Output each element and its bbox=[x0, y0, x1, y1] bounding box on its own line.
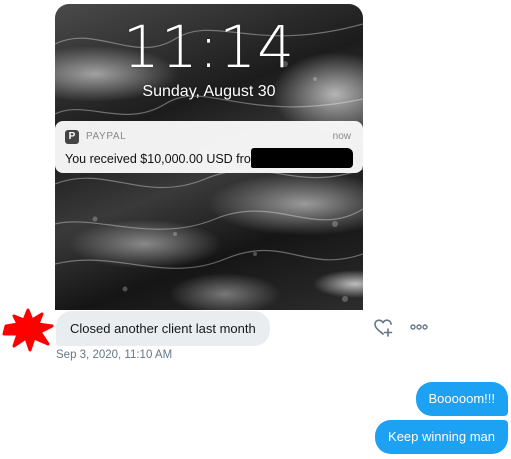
redaction-bar bbox=[251, 148, 353, 168]
sent-message-bubble[interactable]: Booooom!!! bbox=[415, 382, 508, 416]
paypal-icon: P bbox=[65, 130, 79, 144]
notification-time: now bbox=[332, 131, 351, 142]
more-horizontal-icon[interactable] bbox=[408, 316, 430, 338]
received-message-bubble[interactable]: Closed another client last month bbox=[56, 311, 270, 346]
heart-plus-icon[interactable] bbox=[372, 316, 394, 338]
lock-screen-date: Sunday, August 30 bbox=[142, 83, 276, 100]
dm-conversation: 11:14 Sunday, August 30 P PAYPAL now You… bbox=[0, 0, 511, 459]
sent-message-bubble[interactable]: Keep winning man bbox=[375, 420, 508, 454]
avatar[interactable] bbox=[0, 304, 56, 354]
message-timestamp: Sep 3, 2020, 11:10 AM bbox=[56, 349, 173, 361]
notification-app-name: PAYPAL bbox=[86, 131, 127, 142]
lock-screen-time: 11:14 bbox=[122, 13, 296, 81]
paypal-notification: P PAYPAL now You received $10,000.00 USD… bbox=[55, 121, 363, 173]
notification-body: You received $10,000.00 USD from bbox=[65, 152, 262, 166]
attached-screenshot-image[interactable]: 11:14 Sunday, August 30 P PAYPAL now You… bbox=[55, 4, 363, 310]
